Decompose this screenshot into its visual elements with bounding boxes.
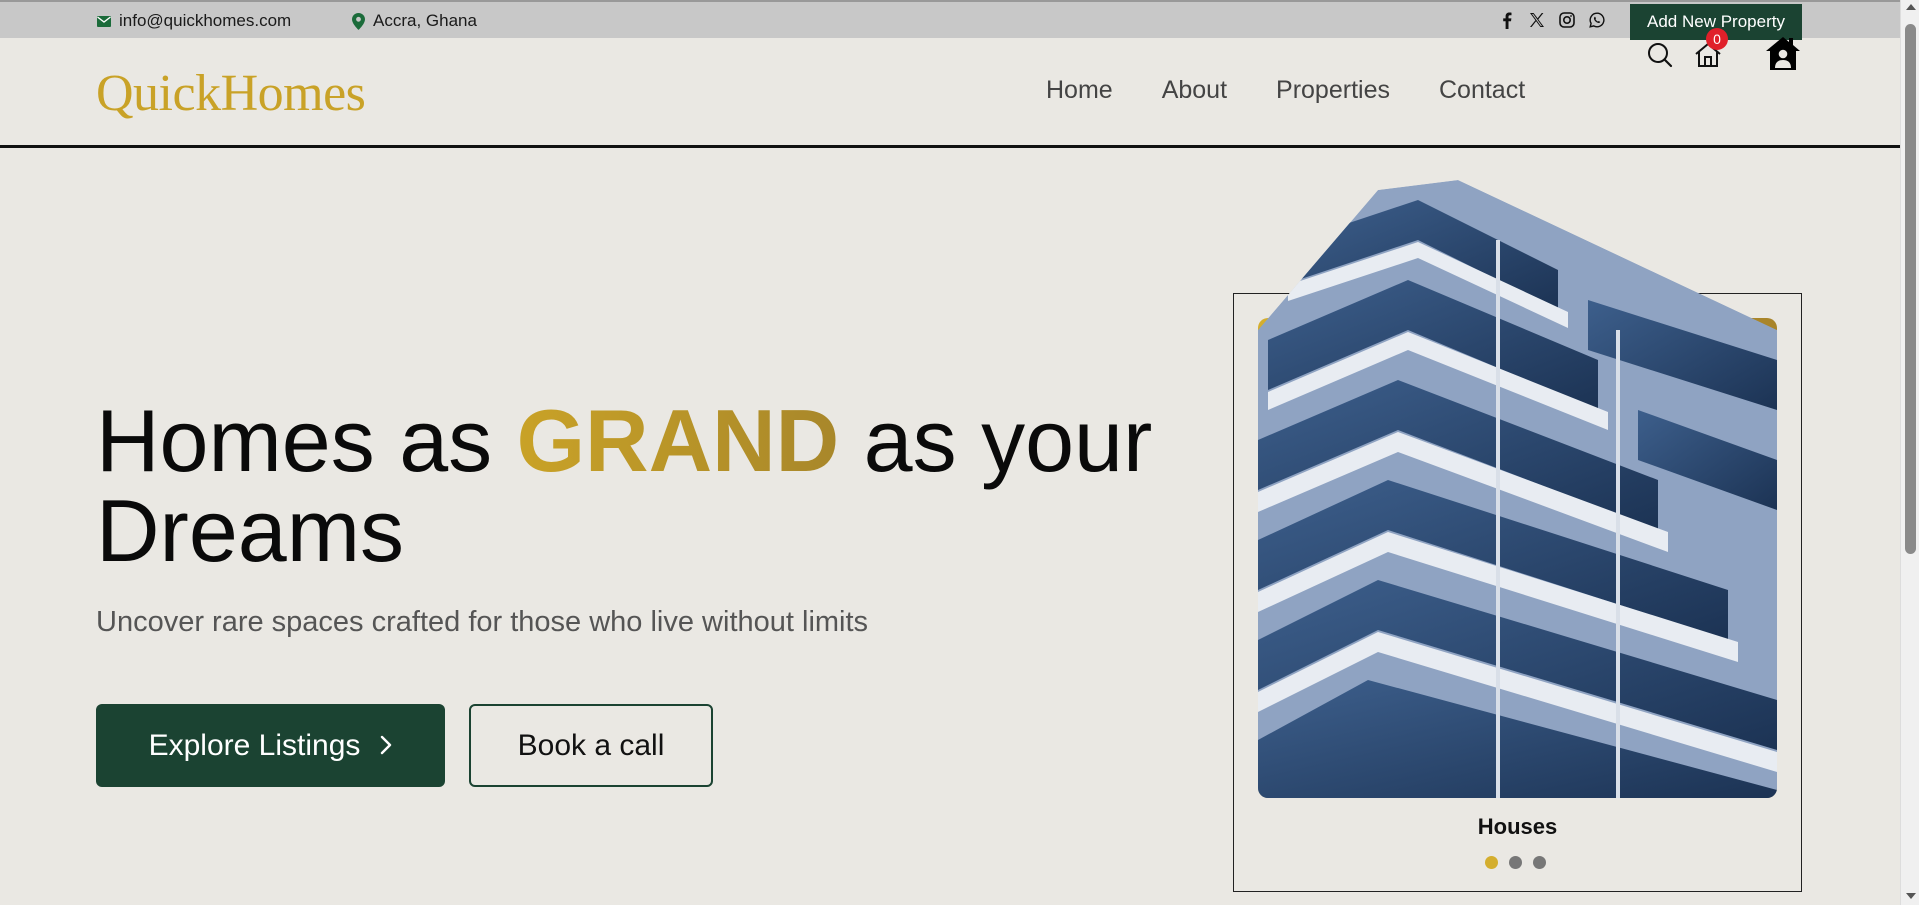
page: info@quickhomes.com Accra, Ghana Add New… [0,0,1900,905]
mail-icon [97,15,111,27]
location-pin-icon [352,12,365,30]
cart-count-badge: 0 [1706,28,1728,50]
instagram-icon[interactable] [1558,11,1576,29]
hero-title: Homes as GRAND as your Dreams [96,396,1196,576]
user-home-icon[interactable] [1764,35,1802,73]
whatsapp-icon[interactable] [1588,11,1606,29]
explore-listings-label: Explore Listings [148,728,361,762]
carousel-dot-1[interactable] [1485,856,1498,869]
topbar-email-text: info@quickhomes.com [119,11,292,30]
nav-properties[interactable]: Properties [1276,76,1390,105]
book-a-call-button[interactable]: Book a call [469,704,713,787]
topbar-location: Accra, Ghana [352,11,477,31]
nav-contact[interactable]: Contact [1439,76,1525,105]
scroll-down-arrow-icon[interactable] [1906,893,1916,899]
search-icon[interactable] [1646,41,1674,69]
hero-title-highlight: GRAND [516,391,840,490]
main-nav: Home About Properties Contact [1046,76,1525,105]
chevron-right-icon [380,729,392,763]
scrollbar-thumb[interactable] [1905,24,1916,554]
facebook-icon[interactable] [1498,11,1516,29]
carousel-dot-3[interactable] [1533,856,1546,869]
nav-about[interactable]: About [1162,76,1227,105]
building-image [1258,180,1777,798]
x-icon[interactable] [1528,11,1546,29]
topbar-email[interactable]: info@quickhomes.com [97,11,291,31]
hero-subtitle: Uncover rare spaces crafted for those wh… [96,606,869,638]
nav-home[interactable]: Home [1046,76,1113,105]
explore-listings-button[interactable]: Explore Listings [96,704,445,787]
main-header: QuickHomes Home About Properties Contact [0,38,1900,148]
scroll-up-arrow-icon[interactable] [1906,4,1916,10]
carousel-dot-2[interactable] [1509,856,1522,869]
social-links [1498,11,1606,29]
topbar-location-text: Accra, Ghana [373,11,477,30]
top-bar: info@quickhomes.com Accra, Ghana Add New… [0,0,1900,40]
card-category-label: Houses [1477,814,1558,839]
carousel-dots [1485,856,1546,869]
hero-title-prefix: Homes as [96,391,517,490]
logo[interactable]: QuickHomes [96,64,366,123]
page-scrollbar[interactable] [1900,0,1919,905]
